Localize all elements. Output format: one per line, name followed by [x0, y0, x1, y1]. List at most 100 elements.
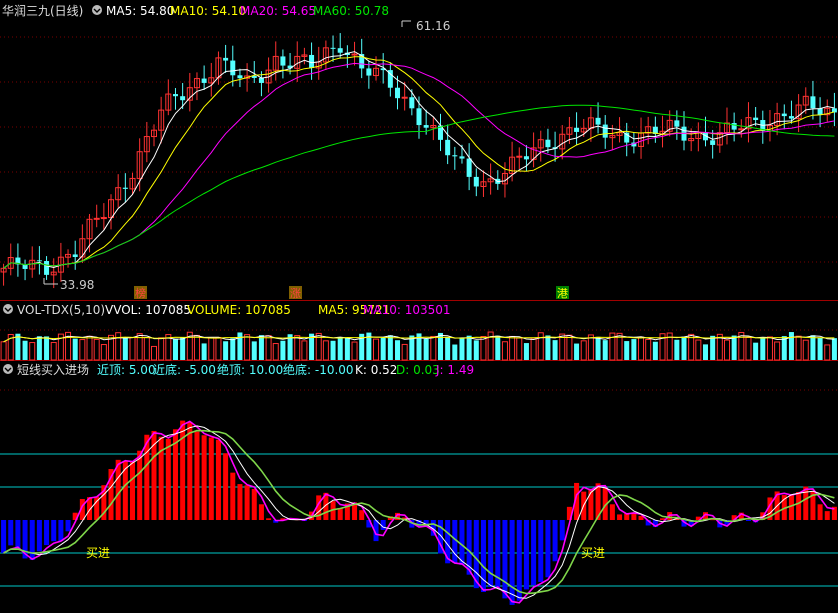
moving-averages	[3, 51, 835, 269]
ma20-line	[3, 62, 835, 269]
volume-bar	[251, 341, 257, 360]
candle-body	[237, 75, 243, 79]
volume-bar	[473, 340, 479, 360]
stock-chart[interactable]: 61.16 33.98 榜 涨 港 买进 买进 华润三九(日线) MA5: 54…	[0, 0, 838, 613]
marker-bang[interactable]: 榜	[134, 286, 147, 300]
abs-bottom-value: 绝底: -10.00	[283, 362, 354, 377]
volume-bar	[530, 337, 537, 361]
indicator-bar	[745, 520, 751, 521]
candle-body	[459, 156, 465, 159]
candle-body	[523, 156, 529, 160]
low-annotation: 33.98	[43, 278, 94, 292]
volume-bar	[344, 337, 350, 360]
j-value: J: 1.49	[435, 363, 474, 377]
candle-body	[122, 187, 128, 189]
volume-bar	[580, 340, 587, 361]
buy-signal-1: 买进	[86, 546, 110, 560]
volume-bar	[810, 335, 816, 360]
indicator-bar	[187, 422, 193, 520]
candle-body	[731, 123, 737, 130]
volume-bar	[158, 337, 165, 361]
low-price-label: 33.98	[60, 278, 94, 292]
volume-bar	[380, 338, 386, 360]
volume-header: VOL-TDX(5,10) VVOL: 107085 VOLUME: 10708…	[3, 303, 451, 317]
near-bottom-value: 近底: -5.00	[153, 362, 216, 377]
volume-bar	[86, 335, 93, 361]
volume-bar	[93, 338, 100, 361]
volume-bar	[36, 336, 42, 360]
indicator-bar	[237, 484, 243, 520]
indicator-bar	[194, 431, 200, 520]
candle-body	[452, 155, 458, 157]
candle-body	[473, 176, 479, 187]
volume-bar	[143, 337, 150, 361]
dropdown-icon[interactable]	[92, 5, 102, 15]
volume-bar	[180, 337, 186, 360]
indicator-bar	[215, 439, 221, 520]
volume-bar	[150, 345, 157, 361]
indicator-bar	[251, 488, 257, 520]
dropdown-icon[interactable]	[3, 304, 13, 314]
vvol-value: VVOL: 107085	[105, 303, 191, 317]
high-price-label: 61.16	[416, 19, 450, 33]
indicator-bar	[137, 450, 143, 520]
candle-body	[674, 120, 680, 127]
volume-bar	[244, 334, 251, 361]
volume-bar	[688, 333, 695, 361]
svg-text:榜: 榜	[135, 286, 146, 300]
volume-bar	[79, 339, 86, 361]
indicator-bar	[523, 520, 529, 590]
marker-gang[interactable]: 港	[556, 286, 569, 300]
volume-bar	[552, 340, 558, 360]
volume-bar	[445, 337, 451, 360]
indicator-bar	[129, 461, 136, 520]
volume-bar	[430, 335, 437, 361]
indicator-line	[3, 420, 835, 604]
indicator-bar	[796, 491, 802, 520]
volume-bar	[172, 338, 178, 360]
candle-body	[831, 108, 837, 113]
indicator-name: 短线买入进场	[17, 363, 89, 377]
candle-body	[180, 96, 186, 101]
volume-bar	[301, 340, 308, 361]
candle-body	[258, 77, 264, 83]
indicator-header: 短线买入进场 近顶: 5.00 近底: -5.00 绝顶: 10.00 绝底: …	[3, 362, 474, 377]
candle-body	[545, 139, 551, 148]
volume-bar	[115, 332, 122, 361]
volume-bar	[545, 335, 551, 360]
candle-body	[366, 68, 372, 76]
candle-body	[223, 57, 229, 61]
volume-bar	[373, 338, 380, 361]
indicator-bar	[516, 520, 522, 601]
volume-bar	[824, 344, 831, 361]
volume-bar	[602, 340, 608, 360]
candle-body	[781, 113, 787, 117]
stock-title: 华润三九(日线)	[2, 4, 83, 18]
ma10-value: MA10: 54.10	[170, 4, 246, 18]
indicator-bar	[201, 435, 207, 520]
indicator-bar	[8, 520, 14, 546]
indicator-bar	[609, 504, 615, 520]
candle-body	[753, 117, 759, 121]
volume-bar	[230, 338, 236, 360]
indicator-bar	[559, 520, 565, 541]
marker-zhang[interactable]: 涨	[289, 286, 302, 300]
near-top-value: 近顶: 5.00	[97, 363, 156, 377]
candle-body	[280, 56, 286, 66]
indicator-bar	[502, 520, 508, 599]
candle-body	[201, 78, 207, 83]
volume-bar	[201, 343, 207, 360]
volume-bar	[631, 339, 637, 360]
volume-bar	[537, 332, 544, 361]
volume-bar	[480, 336, 487, 361]
volume-bar	[766, 336, 773, 361]
volume-bar	[280, 340, 286, 360]
volume-bar	[788, 332, 794, 360]
volume-bar	[731, 335, 737, 360]
volume-bar	[595, 336, 601, 360]
candle-body	[44, 261, 50, 275]
dropdown-icon[interactable]	[3, 364, 13, 374]
indicator-bar	[58, 520, 64, 542]
candle-body	[416, 108, 422, 126]
volume-bar	[423, 338, 429, 360]
